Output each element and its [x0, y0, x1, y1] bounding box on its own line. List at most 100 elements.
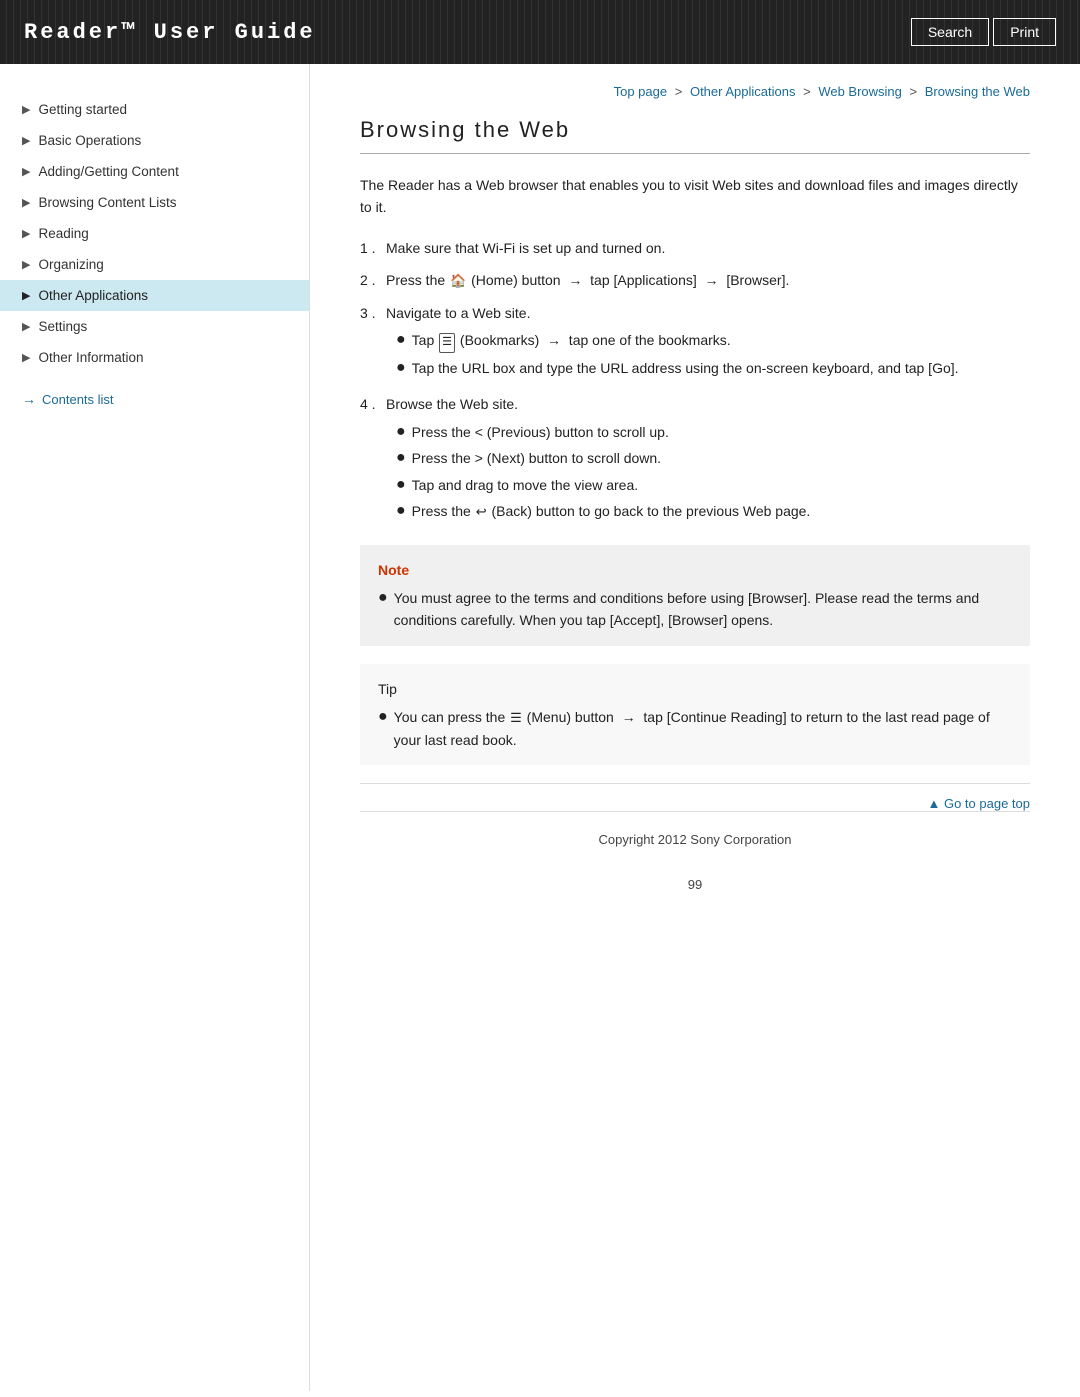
- sidebar-item-other-information[interactable]: ▶ Other Information: [0, 342, 309, 373]
- sidebar-item-getting-started[interactable]: ▶ Getting started: [0, 94, 309, 125]
- note-box: Note ● You must agree to the terms and c…: [360, 545, 1030, 646]
- page-title: Browsing the Web: [360, 117, 1030, 154]
- breadcrumb-sep2: >: [803, 84, 811, 99]
- sidebar-label: Getting started: [38, 102, 127, 117]
- sidebar-item-other-applications[interactable]: ▶ Other Applications: [0, 280, 309, 311]
- step-3-text: Navigate to a Web site.: [386, 305, 530, 321]
- step-4-sub-4-text: Press the ↩ (Back) button to go back to …: [412, 500, 811, 523]
- sidebar-item-adding-content[interactable]: ▶ Adding/Getting Content: [0, 156, 309, 187]
- chevron-right-icon: ▶: [22, 103, 30, 116]
- back-icon: ↩: [476, 502, 487, 523]
- bullet-icon: ●: [396, 474, 406, 496]
- breadcrumb-sep1: >: [675, 84, 683, 99]
- chevron-right-icon: ▶: [22, 289, 30, 302]
- step-4-sub-2: ● Press the > (Next) button to scroll do…: [396, 447, 1030, 469]
- arrow-right-icon: →: [22, 391, 36, 407]
- step-2-text: Press the 🏠 (Home) button → tap [Applica…: [386, 269, 1030, 292]
- bullet-icon: ●: [396, 447, 406, 469]
- sidebar-item-basic-operations[interactable]: ▶ Basic Operations: [0, 125, 309, 156]
- bullet-icon: ●: [396, 500, 406, 522]
- sidebar: ▶ Getting started ▶ Basic Operations ▶ A…: [0, 64, 310, 1391]
- sidebar-item-organizing[interactable]: ▶ Organizing: [0, 249, 309, 280]
- breadcrumb: Top page > Other Applications > Web Brow…: [360, 84, 1030, 99]
- step-1-num: 1 .: [360, 237, 382, 259]
- sidebar-label: Browsing Content Lists: [38, 195, 176, 210]
- step-3-sub-list: ● Tap ☰ (Bookmarks) → tap one of the boo…: [396, 329, 1030, 379]
- step-4: 4 . Browse the Web site. ● Press the < (…: [360, 393, 1030, 526]
- step-4-sub-3: ● Tap and drag to move the view area.: [396, 474, 1030, 496]
- copyright-text: Copyright 2012 Sony Corporation: [599, 832, 792, 847]
- step-4-sub-1: ● Press the < (Previous) button to scrol…: [396, 421, 1030, 443]
- sidebar-label: Adding/Getting Content: [38, 164, 178, 179]
- go-to-top-link[interactable]: ▲ Go to page top: [928, 796, 1031, 811]
- step-4-sub-4: ● Press the ↩ (Back) button to go back t…: [396, 500, 1030, 523]
- header: Reader™ User Guide Search Print: [0, 0, 1080, 64]
- breadcrumb-top[interactable]: Top page: [614, 84, 668, 99]
- sidebar-label: Organizing: [38, 257, 103, 272]
- bullet-icon: ●: [396, 329, 406, 351]
- step-1: 1 . Make sure that Wi-Fi is set up and t…: [360, 237, 1030, 259]
- tip-label: Tip: [378, 678, 1012, 700]
- chevron-right-icon: ▶: [22, 134, 30, 147]
- step-2-num: 2 .: [360, 269, 382, 291]
- intro-text: The Reader has a Web browser that enable…: [360, 174, 1030, 219]
- home-icon: 🏠: [450, 271, 466, 292]
- bullet-icon: ●: [396, 357, 406, 379]
- note-label: Note: [378, 559, 1012, 581]
- note-content: ● You must agree to the terms and condit…: [378, 587, 1012, 632]
- step-2: 2 . Press the 🏠 (Home) button → tap [App…: [360, 269, 1030, 292]
- step-3-content: Navigate to a Web site. ● Tap ☰ (Bookmar…: [386, 302, 1030, 383]
- go-to-top: ▲ Go to page top: [360, 783, 1030, 811]
- tip-text: You can press the ☰ (Menu) button → tap …: [394, 706, 1012, 751]
- search-button[interactable]: Search: [911, 18, 989, 46]
- contents-list-link[interactable]: → Contents list: [22, 391, 309, 407]
- sidebar-item-browsing-content[interactable]: ▶ Browsing Content Lists: [0, 187, 309, 218]
- print-button[interactable]: Print: [993, 18, 1056, 46]
- app-title: Reader™ User Guide: [24, 20, 316, 45]
- chevron-right-icon: ▶: [22, 351, 30, 364]
- step-3: 3 . Navigate to a Web site. ● Tap ☰ (Boo…: [360, 302, 1030, 383]
- chevron-right-icon: ▶: [22, 196, 30, 209]
- step-1-text: Make sure that Wi-Fi is set up and turne…: [386, 237, 1030, 259]
- step-4-sub-2-text: Press the > (Next) button to scroll down…: [412, 447, 661, 469]
- page-number: 99: [360, 877, 1030, 892]
- header-buttons: Search Print: [911, 18, 1056, 46]
- menu-icon: ☰: [510, 708, 522, 729]
- bullet-icon: ●: [378, 587, 388, 609]
- chevron-right-icon: ▶: [22, 320, 30, 333]
- step-4-content: Browse the Web site. ● Press the < (Prev…: [386, 393, 1030, 526]
- sidebar-label: Reading: [38, 226, 88, 241]
- step-3-sub-1: ● Tap ☰ (Bookmarks) → tap one of the boo…: [396, 329, 1030, 353]
- sidebar-label: Basic Operations: [38, 133, 141, 148]
- step-4-num: 4 .: [360, 393, 382, 415]
- tip-box: Tip ● You can press the ☰ (Menu) button …: [360, 664, 1030, 766]
- sidebar-label: Other Information: [38, 350, 143, 365]
- layout: ▶ Getting started ▶ Basic Operations ▶ A…: [0, 64, 1080, 1391]
- step-3-sub-2-text: Tap the URL box and type the URL address…: [412, 357, 959, 379]
- chevron-right-icon: ▶: [22, 227, 30, 240]
- bullet-icon: ●: [396, 421, 406, 443]
- sidebar-label: Other Applications: [38, 288, 148, 303]
- steps-list: 1 . Make sure that Wi-Fi is set up and t…: [360, 237, 1030, 527]
- step-3-sub-2: ● Tap the URL box and type the URL addre…: [396, 357, 1030, 379]
- bookmark-icon: ☰: [439, 333, 455, 353]
- step-4-sub-3-text: Tap and drag to move the view area.: [412, 474, 638, 496]
- breadcrumb-current[interactable]: Browsing the Web: [925, 84, 1030, 99]
- sidebar-label: Settings: [38, 319, 87, 334]
- step-3-num: 3 .: [360, 302, 382, 324]
- sidebar-item-settings[interactable]: ▶ Settings: [0, 311, 309, 342]
- sidebar-item-reading[interactable]: ▶ Reading: [0, 218, 309, 249]
- step-3-sub-1-text: Tap ☰ (Bookmarks) → tap one of the bookm…: [412, 329, 731, 353]
- step-4-sub-list: ● Press the < (Previous) button to scrol…: [396, 421, 1030, 523]
- bullet-icon: ●: [378, 706, 388, 728]
- main-content: Top page > Other Applications > Web Brow…: [310, 64, 1080, 1391]
- tip-content: ● You can press the ☰ (Menu) button → ta…: [378, 706, 1012, 751]
- step-4-sub-1-text: Press the < (Previous) button to scroll …: [412, 421, 669, 443]
- chevron-right-icon: ▶: [22, 258, 30, 271]
- step-4-text: Browse the Web site.: [386, 396, 518, 412]
- footer: Copyright 2012 Sony Corporation: [360, 811, 1030, 867]
- chevron-right-icon: ▶: [22, 165, 30, 178]
- breadcrumb-web-browsing[interactable]: Web Browsing: [818, 84, 902, 99]
- breadcrumb-other-apps[interactable]: Other Applications: [690, 84, 796, 99]
- note-text: You must agree to the terms and conditio…: [394, 587, 1012, 632]
